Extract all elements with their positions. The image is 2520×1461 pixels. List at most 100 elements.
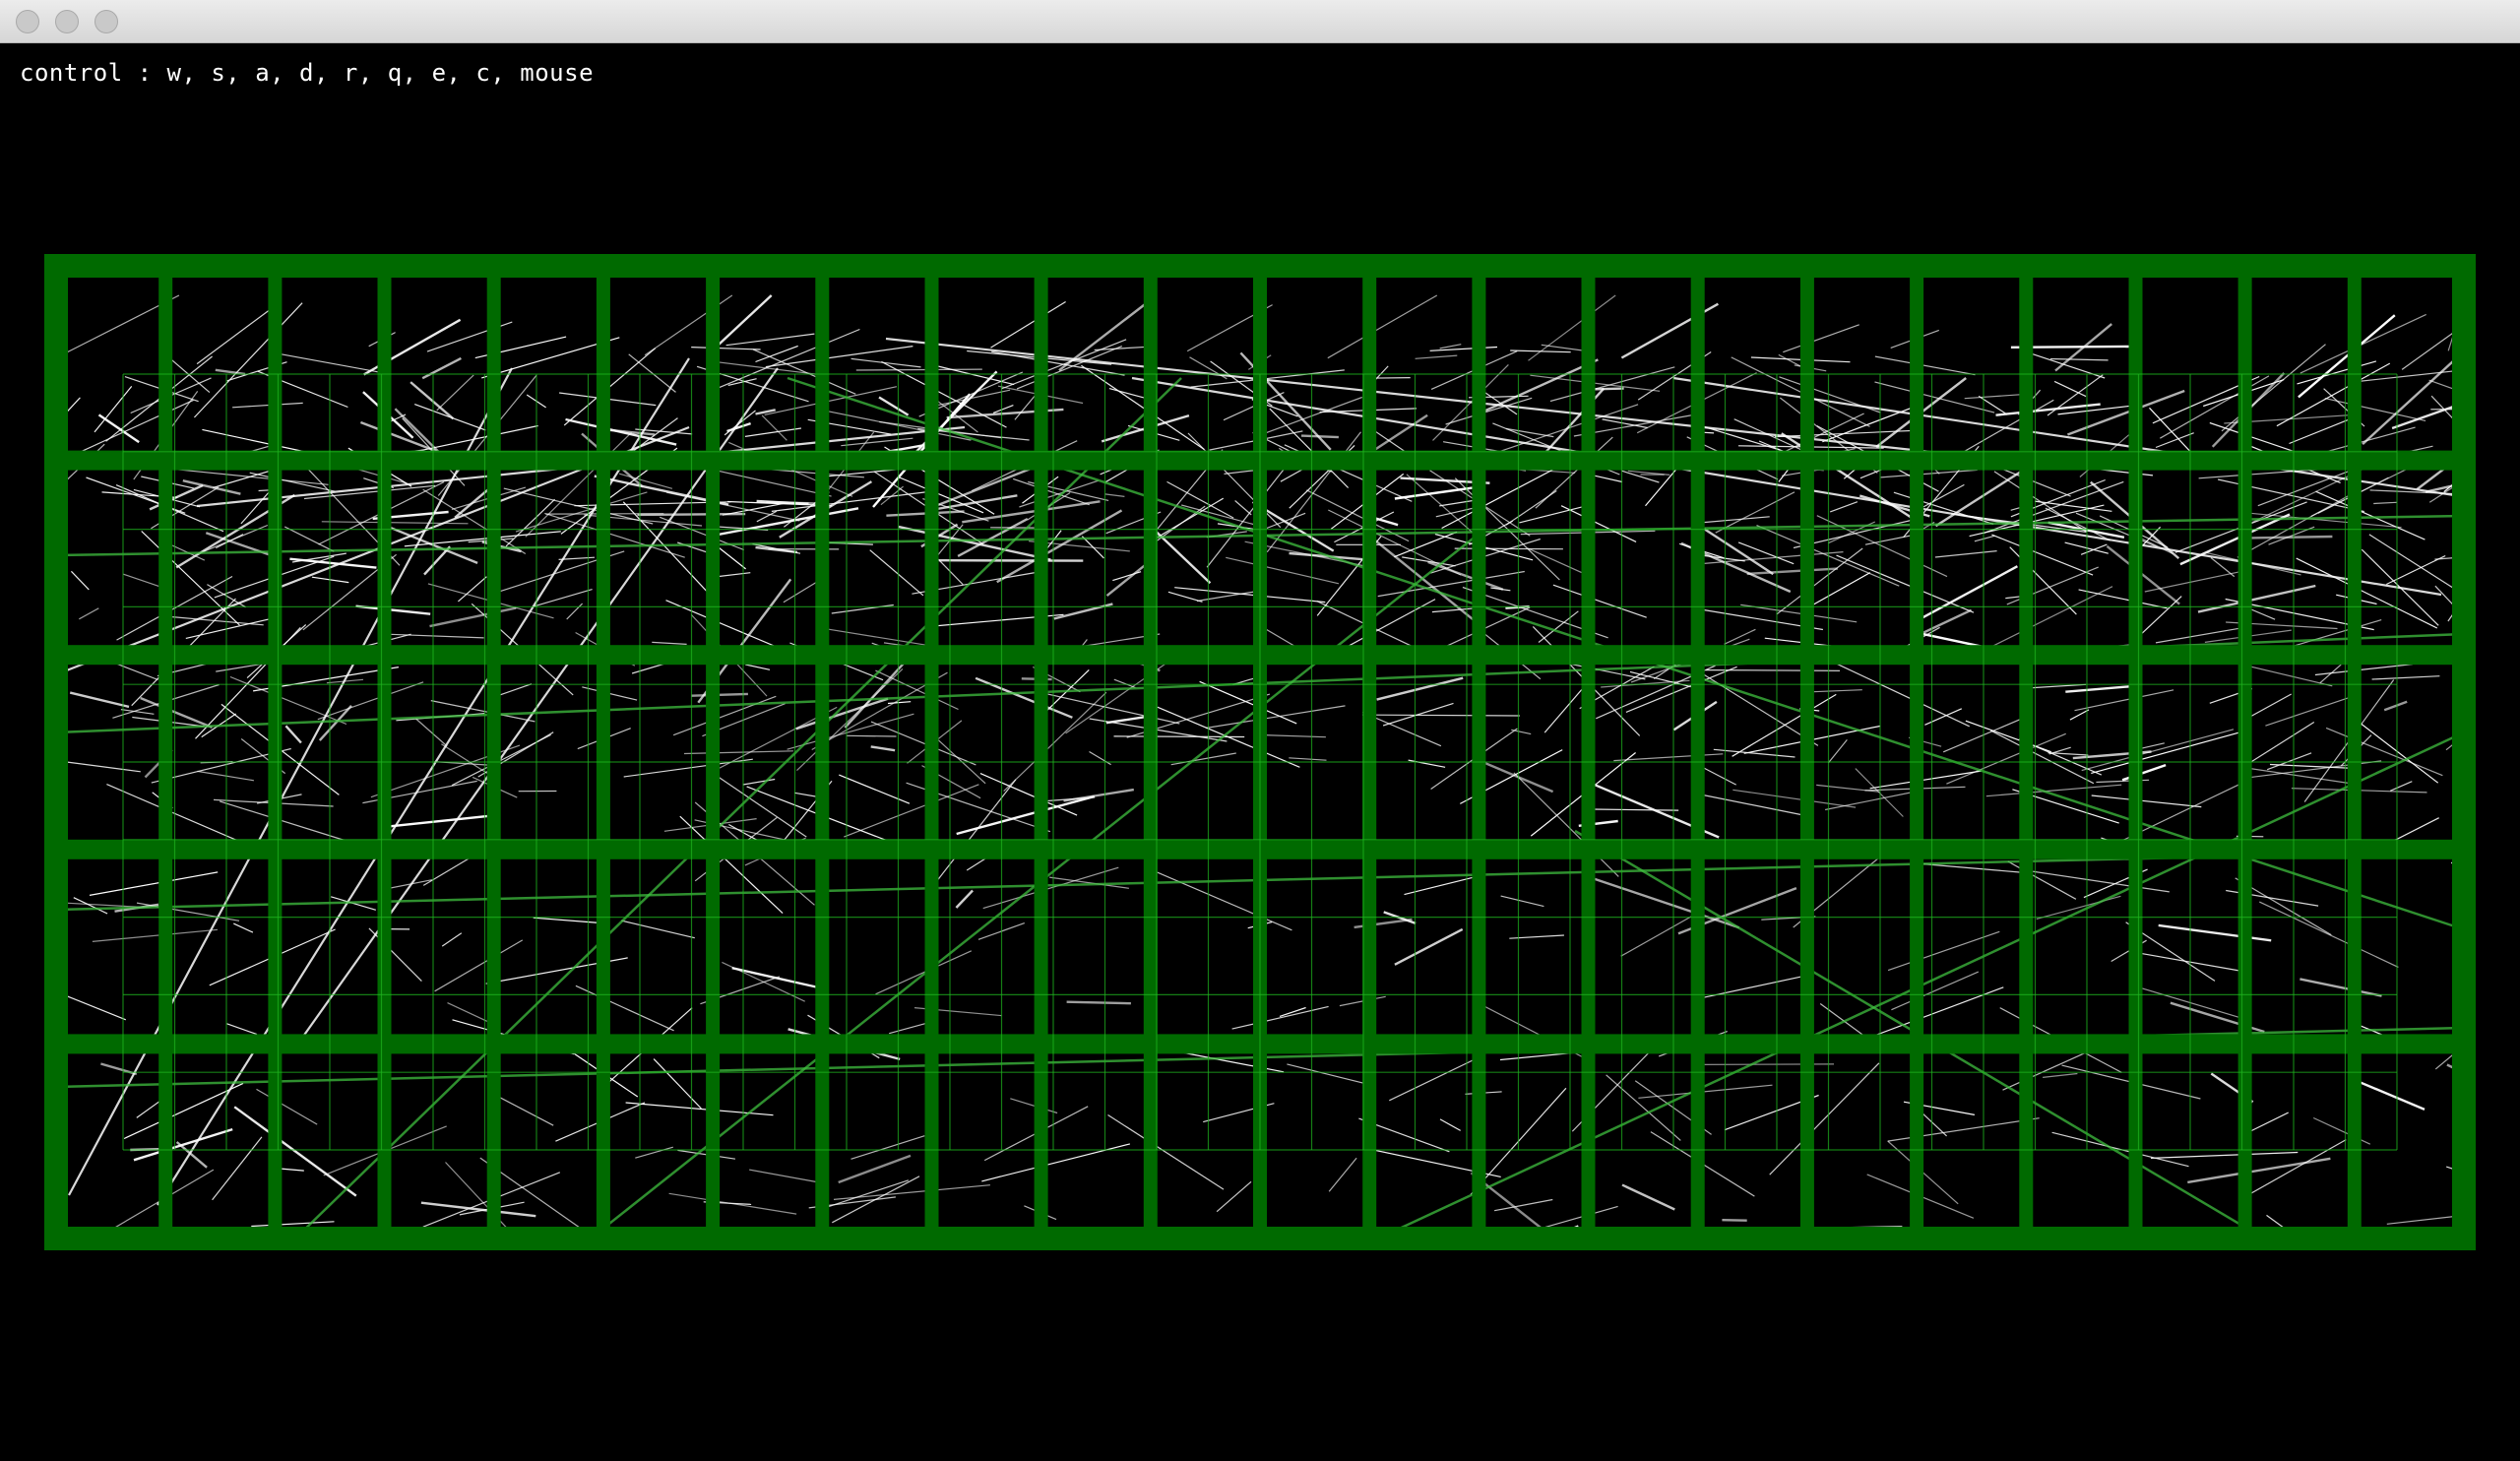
- street-segment: [1995, 403, 2101, 416]
- street-segment: [544, 512, 685, 558]
- street-segment: [1454, 547, 1563, 550]
- street-segment: [755, 545, 798, 554]
- street-segment: [850, 1135, 925, 1160]
- street-segment: [2386, 1215, 2461, 1225]
- street-segment: [1922, 862, 2022, 873]
- street-segment: [1253, 396, 1363, 438]
- street-segment: [1105, 715, 1148, 725]
- window-titlebar[interactable]: [0, 0, 2520, 43]
- street-segment: [2246, 1112, 2289, 1134]
- street-segment: [2383, 700, 2408, 712]
- zoom-window-button[interactable]: [94, 10, 118, 33]
- street-segment: [123, 573, 159, 587]
- grid-column-bar: [2347, 266, 2362, 1239]
- street-segment: [1170, 752, 1236, 766]
- street-segment: [1836, 554, 1975, 613]
- grid-column-bar: [1690, 266, 1705, 1239]
- city-map-scene[interactable]: [0, 43, 2520, 1461]
- street-segment: [844, 784, 979, 838]
- street-segment: [1746, 567, 1838, 576]
- grid-column-bar: [1034, 266, 1048, 1239]
- street-segment: [924, 494, 1018, 513]
- street-segment: [441, 932, 463, 947]
- street-segment: [1500, 895, 1544, 908]
- street-segment: [533, 917, 602, 924]
- street-segment: [1328, 1157, 1357, 1192]
- grid-column-bar: [2019, 266, 2034, 1239]
- street-segment: [707, 507, 859, 539]
- street-segment: [429, 606, 517, 628]
- street-segment: [430, 700, 536, 723]
- street-segment: [766, 500, 817, 505]
- street-segment: [2314, 664, 2413, 676]
- street-segment: [1552, 584, 1647, 618]
- minimize-window-button[interactable]: [55, 10, 79, 33]
- street-segment: [898, 525, 1051, 561]
- street-segment: [1774, 429, 1920, 438]
- grid-column-bar: [268, 266, 283, 1239]
- street-segment: [838, 1154, 912, 1184]
- street-segment: [2091, 730, 2242, 774]
- street-segment: [1824, 791, 1915, 811]
- street-segment: [793, 792, 818, 797]
- street-segment: [2043, 1072, 2078, 1078]
- street-segment: [1190, 369, 1345, 388]
- street-segment: [1732, 693, 1837, 757]
- street-segment: [233, 1106, 357, 1197]
- street-segment: [79, 607, 99, 620]
- street-segment: [672, 695, 777, 736]
- street-segment: [1509, 934, 1564, 939]
- street-segment: [1592, 808, 1679, 811]
- street-segment: [232, 402, 303, 409]
- grid-column-bar: [486, 266, 501, 1239]
- grid-column-bar: [1472, 266, 1486, 1239]
- street-segment: [2074, 689, 2174, 712]
- street-segment: [622, 501, 719, 604]
- street-segment: [318, 704, 352, 741]
- street-segment: [1415, 354, 1458, 359]
- grid-column-bar: [706, 266, 721, 1239]
- street-segment: [1439, 1118, 1461, 1131]
- street-segment: [718, 294, 773, 346]
- render-viewport[interactable]: control : w, s, a, d, r, q, e, c, mouse: [0, 43, 2520, 1461]
- street-segment: [1003, 691, 1107, 793]
- close-window-button[interactable]: [16, 10, 39, 33]
- street-segment: [1965, 720, 2052, 753]
- street-segment: [1769, 1062, 1880, 1175]
- street-segment: [621, 920, 695, 939]
- street-segment: [992, 405, 1014, 413]
- street-segment: [955, 889, 974, 909]
- green-grid-overlay: [44, 254, 2476, 1250]
- street-segment: [249, 472, 336, 492]
- street-segment: [832, 1175, 920, 1224]
- street-segment: [744, 427, 801, 437]
- street-segment: [193, 302, 303, 418]
- street-segment: [887, 701, 912, 705]
- street-segment: [2158, 923, 2272, 942]
- street-segment: [1527, 547, 1590, 577]
- grid-column-bar: [924, 266, 939, 1239]
- street-segment: [628, 353, 676, 393]
- street-segment: [1946, 732, 2066, 785]
- street-segment: [226, 1023, 258, 1036]
- street-segment: [2356, 369, 2465, 383]
- street-segment: [1705, 668, 1841, 671]
- street-segment: [745, 664, 771, 670]
- street-segment: [1696, 669, 1819, 746]
- street-segment: [73, 897, 108, 915]
- street-segment: [855, 368, 982, 371]
- street-segment: [2298, 314, 2396, 399]
- street-segment: [1560, 505, 1637, 542]
- street-segment: [197, 770, 254, 782]
- street-segment: [1226, 556, 1340, 585]
- street-segment: [1700, 516, 1770, 524]
- street-segment: [2300, 978, 2382, 997]
- street-segment: [1722, 1219, 1747, 1222]
- street-segment: [2078, 589, 2168, 609]
- street-segment: [847, 734, 897, 737]
- street-segment: [870, 745, 896, 752]
- street-segment: [1510, 349, 1571, 353]
- street-segment: [1704, 974, 1810, 998]
- street-segment: [875, 950, 973, 995]
- street-segment: [1974, 535, 1995, 542]
